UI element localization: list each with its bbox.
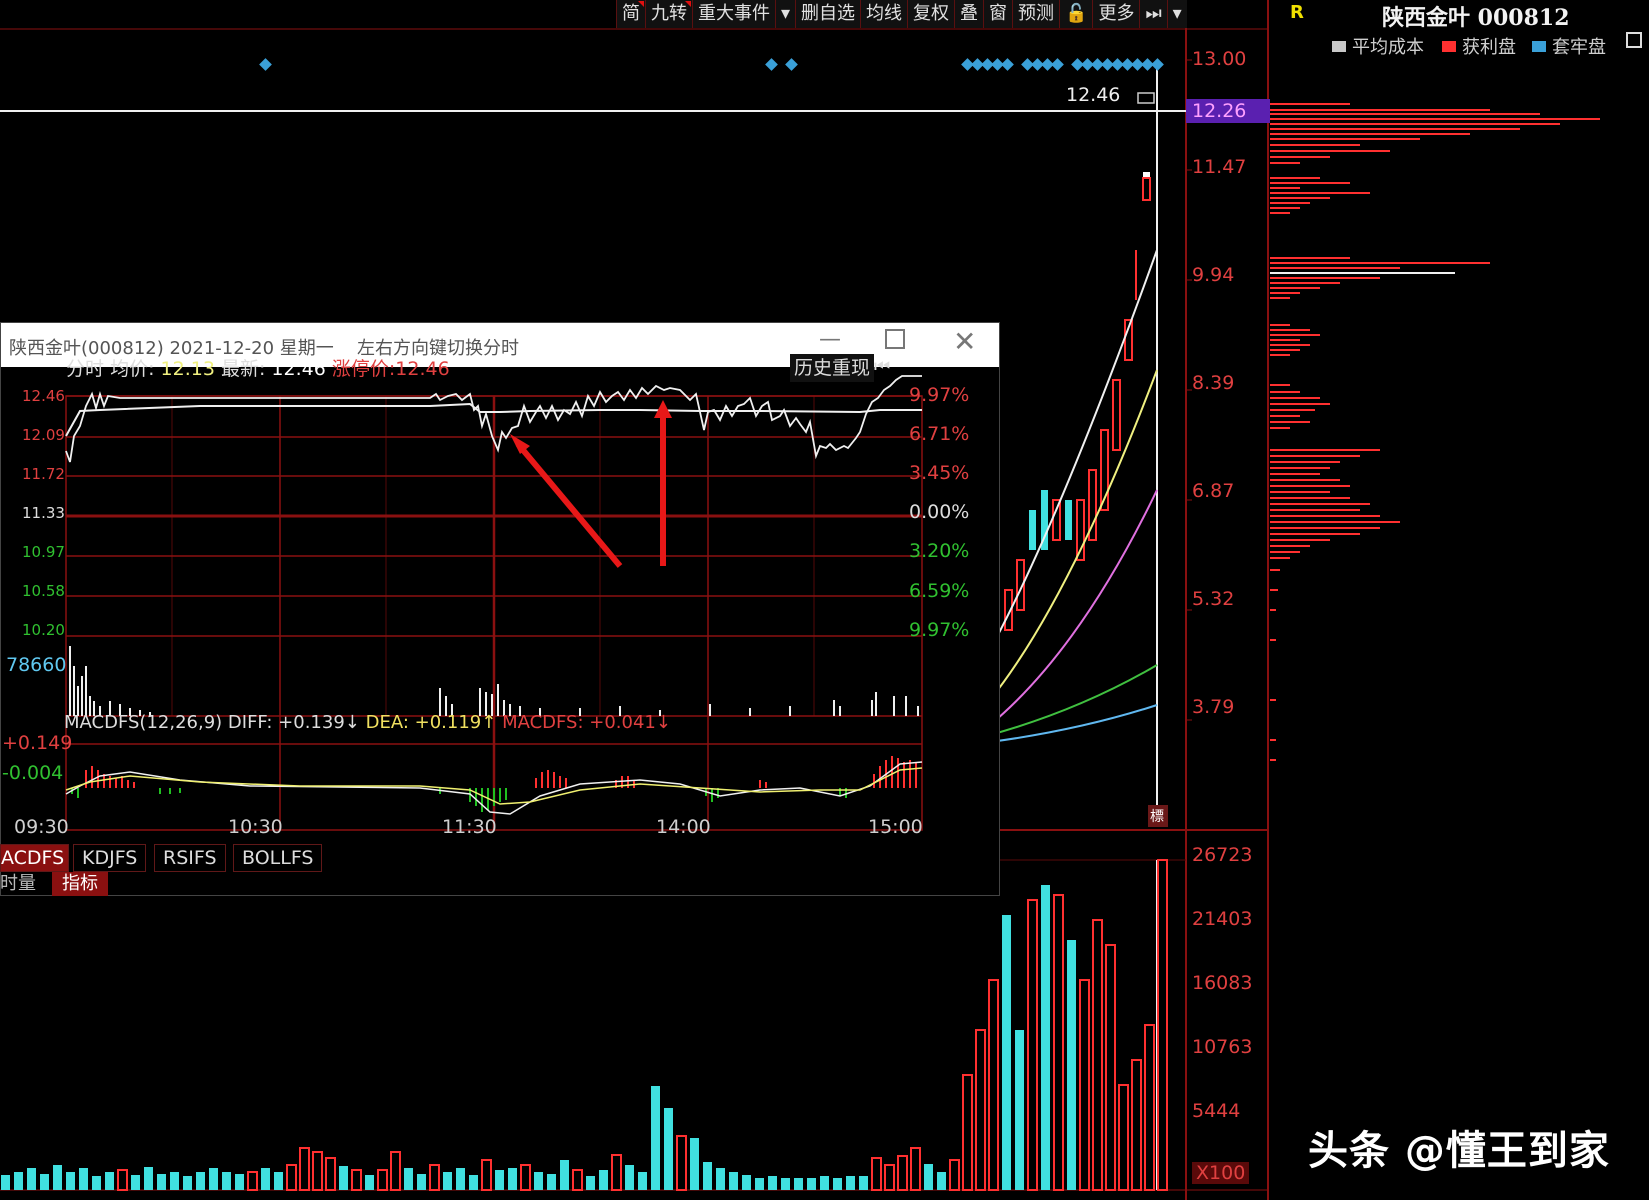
close-icon[interactable]: ✕ bbox=[953, 325, 976, 358]
moving-average-button[interactable]: 均线 bbox=[860, 0, 908, 28]
macd-axis-label: +0.149 bbox=[2, 732, 73, 754]
simple-button[interactable]: 简 bbox=[616, 0, 645, 28]
more-button[interactable]: 更多 bbox=[1092, 0, 1140, 28]
pct-axis-label: 6.71% bbox=[909, 423, 970, 445]
stock-title: 陕西金叶 000812 bbox=[1382, 5, 1570, 31]
time-label: 10:30 bbox=[228, 816, 283, 838]
minimize-icon[interactable]: — bbox=[819, 327, 841, 352]
window-button[interactable]: 窗 bbox=[983, 0, 1013, 28]
tab-kdjfs[interactable]: KDJFS bbox=[73, 844, 147, 872]
price-axis-label: 10.97 bbox=[22, 543, 65, 561]
overlay-button[interactable]: 叠 bbox=[954, 0, 984, 28]
lock-icon[interactable]: 🔓 bbox=[1059, 0, 1093, 28]
nine-turn-button[interactable]: 九转 bbox=[645, 0, 692, 28]
event-markers bbox=[259, 58, 1164, 71]
volume-unit: X100 bbox=[1192, 1162, 1250, 1184]
candle-marker: 標 bbox=[1150, 809, 1164, 825]
legend-trapped: 套牢盘 bbox=[1532, 33, 1606, 59]
price-tick: 3.79 bbox=[1192, 696, 1235, 718]
maximize-icon[interactable] bbox=[885, 329, 905, 349]
intraday-header: 分时 均价: 12.13 最新: 12.46 涨停价:12.46 bbox=[66, 358, 450, 380]
macd-axis-label: -0.004 bbox=[2, 762, 64, 784]
skip-end-icon[interactable]: ⏭ bbox=[1139, 0, 1167, 28]
subtab-time-volume[interactable]: 时量 bbox=[0, 872, 44, 896]
volume-bars bbox=[1, 859, 1168, 1191]
price-axis-label: 11.33 bbox=[22, 504, 65, 522]
major-events-button[interactable]: 重大事件 bbox=[692, 0, 775, 28]
time-label: 15:00 bbox=[868, 816, 923, 838]
price-tick: 9.94 bbox=[1192, 264, 1235, 286]
price-axis-label: 12.09 bbox=[22, 426, 65, 444]
legend-swatch bbox=[1442, 40, 1456, 52]
time-label: 14:00 bbox=[656, 816, 711, 838]
tab-macdfs[interactable]: ACDFS bbox=[0, 844, 70, 872]
watermark: 头条 @懂王到家 bbox=[1308, 1128, 1610, 1174]
volume-tick: 10763 bbox=[1192, 1036, 1253, 1058]
price-tick: 5.32 bbox=[1192, 588, 1235, 610]
volume-max-label: 78660 bbox=[6, 654, 67, 676]
pct-axis-label: 3.20% bbox=[909, 540, 970, 562]
tab-rsifs[interactable]: RSIFS bbox=[154, 844, 226, 872]
pct-axis-label: 3.45% bbox=[909, 462, 970, 484]
price-axis-label: 12.46 bbox=[22, 387, 65, 405]
pct-axis-label: 6.59% bbox=[909, 580, 970, 602]
price-tick: 13.00 bbox=[1192, 48, 1247, 70]
legend-avg-cost: 平均成本 bbox=[1332, 33, 1424, 59]
volume-tick: 21403 bbox=[1192, 908, 1253, 930]
price-axis-label: 11.72 bbox=[22, 465, 65, 483]
legend-swatch bbox=[1332, 40, 1346, 52]
time-label: 11:30 bbox=[442, 816, 497, 838]
legend-swatch bbox=[1532, 40, 1546, 52]
legend-profit: 获利盘 bbox=[1442, 33, 1516, 59]
chip-distribution-bars bbox=[1270, 103, 1600, 761]
calendar-icon[interactable] bbox=[1626, 32, 1642, 48]
more-dropdown-icon[interactable]: ▾ bbox=[1166, 0, 1187, 28]
volume-tick: 26723 bbox=[1192, 844, 1253, 866]
macd-header: MACDFS(12,26,9) DIFF: +0.139↓ DEA: +0.11… bbox=[64, 712, 671, 733]
top-toolbar: 简 九转 重大事件 ▾ 删自选 均线 复权 叠 窗 预测 🔓 更多 ⏭ ▾ bbox=[616, 0, 1187, 28]
tab-bollfs[interactable]: BOLLFS bbox=[233, 844, 323, 872]
volume-tick: 16083 bbox=[1192, 972, 1253, 994]
candles bbox=[1004, 172, 1151, 631]
pct-axis-label: 0.00% bbox=[909, 501, 970, 523]
forecast-button[interactable]: 预测 bbox=[1012, 0, 1060, 28]
price-tick: 6.87 bbox=[1192, 480, 1235, 502]
history-replay-button[interactable]: 历史重现 bbox=[790, 354, 875, 382]
events-dropdown-icon[interactable]: ▾ bbox=[775, 0, 796, 28]
pct-axis-label: 9.97% bbox=[909, 384, 970, 406]
price-axis-label: 10.58 bbox=[22, 582, 65, 600]
subtab-indicator[interactable]: 指标 bbox=[52, 872, 108, 896]
price-badge: 12.26 bbox=[1192, 100, 1247, 122]
price-tick: 8.39 bbox=[1192, 372, 1235, 394]
price-tick: 11.47 bbox=[1192, 156, 1247, 178]
time-label: 09:30 bbox=[14, 816, 69, 838]
intraday-chart[interactable] bbox=[0, 366, 998, 894]
volume-tick: 5444 bbox=[1192, 1100, 1241, 1122]
pct-axis-label: 9.97% bbox=[909, 619, 970, 641]
replay-icon[interactable]: ⏮ bbox=[874, 356, 890, 377]
chip-panel-header: R 陕西金叶 000812 bbox=[1290, 0, 1649, 31]
adjust-rights-button[interactable]: 复权 bbox=[907, 0, 955, 28]
current-price-label: 12.46 bbox=[1066, 84, 1121, 106]
price-axis-label: 10.20 bbox=[22, 621, 65, 639]
r-label: R bbox=[1290, 2, 1304, 23]
remove-watchlist-button[interactable]: 删自选 bbox=[795, 0, 861, 28]
